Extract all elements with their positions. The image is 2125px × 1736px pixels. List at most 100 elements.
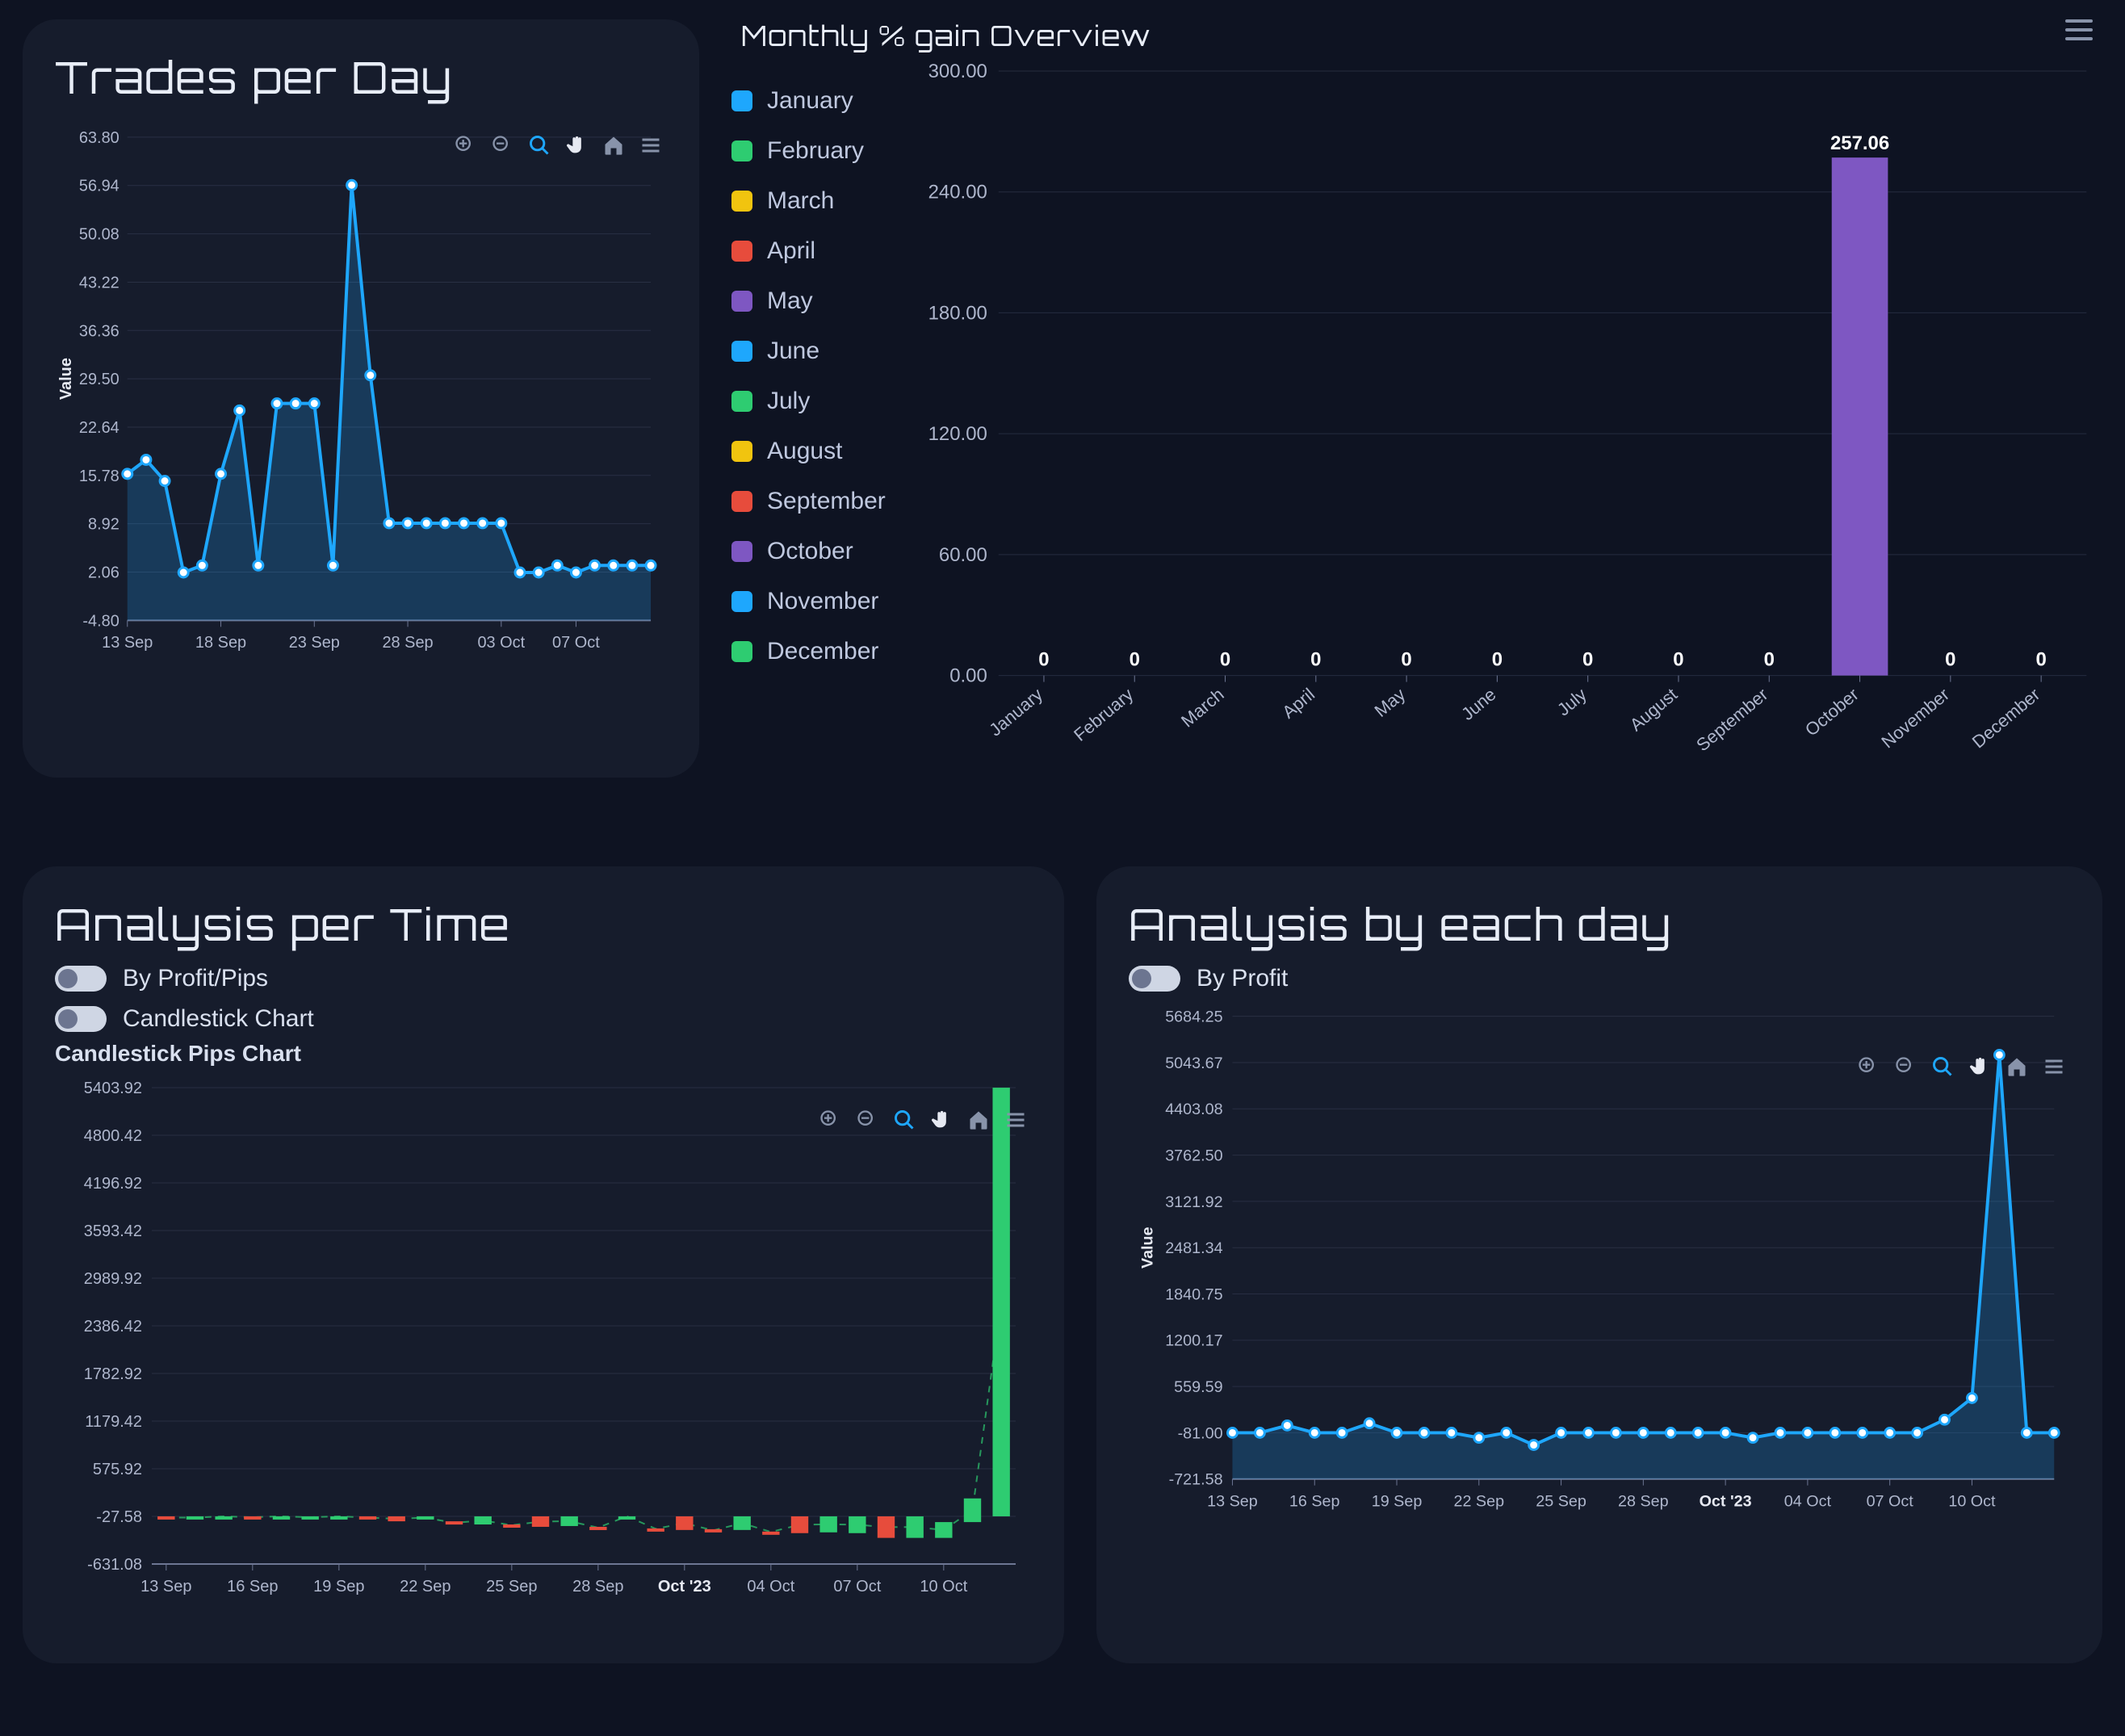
toggle-profit-pips[interactable] (55, 966, 107, 992)
svg-text:07 Oct: 07 Oct (833, 1578, 881, 1596)
pan-hand-icon[interactable] (928, 1107, 954, 1133)
monthly-gain-chart[interactable]: 0.0060.00120.00180.00240.00300.000Januar… (910, 63, 2102, 772)
svg-text:180.00: 180.00 (928, 302, 987, 324)
zoom-out-icon[interactable] (854, 1107, 880, 1133)
legend-label: June (767, 338, 819, 365)
legend-label: August (767, 438, 842, 465)
trades-per-day-chart[interactable]: -4.802.068.9215.7822.6429.5036.3643.2250… (55, 113, 667, 669)
svg-text:0: 0 (1038, 649, 1049, 671)
search-zoom-icon[interactable] (526, 132, 552, 158)
panel-analysis-per-time: Analysis per Time By Profit/Pips Candles… (23, 866, 1064, 1663)
legend-swatch (731, 140, 752, 161)
zoom-in-icon[interactable] (1855, 1054, 1881, 1080)
svg-text:28 Sep: 28 Sep (1618, 1493, 1669, 1511)
svg-text:1840.75: 1840.75 (1165, 1286, 1222, 1304)
toggle-profit-pips-label: By Profit/Pips (123, 965, 268, 992)
svg-text:04 Oct: 04 Oct (1784, 1493, 1832, 1511)
svg-text:1179.42: 1179.42 (85, 1413, 142, 1431)
zoom-in-icon[interactable] (817, 1107, 843, 1133)
menu-icon[interactable] (2041, 1054, 2067, 1080)
legend-swatch (731, 291, 752, 312)
home-icon[interactable] (966, 1107, 991, 1133)
search-zoom-icon[interactable] (891, 1107, 917, 1133)
svg-text:5043.67: 5043.67 (1165, 1055, 1222, 1072)
menu-icon[interactable] (1003, 1107, 1029, 1133)
svg-text:300.00: 300.00 (928, 63, 987, 82)
svg-text:Value: Value (1139, 1227, 1157, 1269)
svg-text:October: October (1801, 684, 1863, 740)
svg-text:22 Sep: 22 Sep (1453, 1493, 1504, 1511)
legend-swatch (731, 191, 752, 212)
search-zoom-icon[interactable] (1930, 1054, 1955, 1080)
svg-text:0: 0 (2035, 649, 2046, 671)
legend-label: December (767, 638, 878, 665)
legend-label: November (767, 588, 878, 615)
legend-swatch (731, 541, 752, 562)
svg-text:120.00: 120.00 (928, 423, 987, 445)
legend-item-august[interactable]: August (731, 438, 886, 465)
zoom-out-icon[interactable] (1892, 1054, 1918, 1080)
legend-label: March (767, 187, 834, 215)
svg-text:Oct '23: Oct '23 (1700, 1493, 1752, 1511)
legend-label: October (767, 538, 853, 565)
legend-swatch (731, 641, 752, 662)
legend-item-april[interactable]: April (731, 237, 886, 265)
svg-text:18 Sep: 18 Sep (195, 634, 246, 652)
monthly-gain-title: Monthly % gain Overview (741, 19, 1151, 53)
analysis-day-toolbar (1855, 1054, 2067, 1080)
svg-text:15.78: 15.78 (79, 468, 119, 485)
legend-item-november[interactable]: November (731, 588, 886, 615)
toggle-candlestick[interactable] (55, 1006, 107, 1032)
svg-text:0.00: 0.00 (949, 665, 987, 687)
legend-swatch (731, 241, 752, 262)
svg-text:10 Oct: 10 Oct (920, 1578, 967, 1596)
svg-text:August: August (1626, 684, 1681, 735)
svg-text:04 Oct: 04 Oct (747, 1578, 794, 1596)
home-icon[interactable] (601, 132, 627, 158)
legend-item-march[interactable]: March (731, 187, 886, 215)
pan-hand-icon[interactable] (1967, 1054, 1993, 1080)
svg-text:3762.50: 3762.50 (1165, 1147, 1222, 1165)
legend-item-january[interactable]: January (731, 87, 886, 115)
svg-text:June: June (1457, 684, 1500, 724)
analysis-time-title: Analysis per Time (55, 897, 1032, 952)
legend-item-september[interactable]: September (731, 488, 886, 515)
svg-text:28 Sep: 28 Sep (572, 1578, 623, 1596)
svg-text:1782.92: 1782.92 (84, 1365, 142, 1383)
legend-item-may[interactable]: May (731, 287, 886, 315)
legend-swatch (731, 341, 752, 362)
legend-item-july[interactable]: July (731, 388, 886, 415)
svg-text:13 Sep: 13 Sep (1207, 1493, 1258, 1511)
legend-item-october[interactable]: October (731, 538, 886, 565)
panel-trades-per-day: Trades per Day -4.802.068.9215.7822.6429… (23, 19, 699, 778)
legend-item-june[interactable]: June (731, 338, 886, 365)
svg-text:559.59: 559.59 (1174, 1378, 1222, 1396)
legend-label: January (767, 87, 853, 115)
svg-text:Oct '23: Oct '23 (658, 1578, 711, 1596)
menu-icon[interactable] (638, 132, 664, 158)
svg-text:0: 0 (1582, 649, 1593, 671)
legend-swatch (731, 90, 752, 111)
svg-text:5684.25: 5684.25 (1165, 1008, 1222, 1026)
toggle-by-profit[interactable] (1129, 966, 1180, 992)
svg-text:July: July (1553, 684, 1591, 719)
svg-text:60.00: 60.00 (939, 544, 987, 566)
legend-label: September (767, 488, 886, 515)
candlestick-chart[interactable]: -631.08-27.58575.921179.421782.922386.42… (55, 1071, 1032, 1621)
legend-item-february[interactable]: February (731, 137, 886, 165)
menu-icon[interactable] (2065, 19, 2093, 40)
panel-analysis-by-day: Analysis by each day By Profit -721.58-8… (1096, 866, 2102, 1663)
svg-text:-27.58: -27.58 (96, 1508, 142, 1526)
svg-text:8.92: 8.92 (88, 516, 119, 534)
svg-text:4800.42: 4800.42 (84, 1127, 142, 1145)
svg-text:0: 0 (1763, 649, 1774, 671)
svg-text:0: 0 (1401, 649, 1411, 671)
pan-hand-icon[interactable] (564, 132, 589, 158)
home-icon[interactable] (2004, 1054, 2030, 1080)
svg-text:36.36: 36.36 (79, 322, 119, 340)
legend-item-december[interactable]: December (731, 638, 886, 665)
svg-text:16 Sep: 16 Sep (227, 1578, 278, 1596)
zoom-out-icon[interactable] (489, 132, 515, 158)
zoom-in-icon[interactable] (452, 132, 478, 158)
svg-text:January: January (985, 684, 1046, 740)
